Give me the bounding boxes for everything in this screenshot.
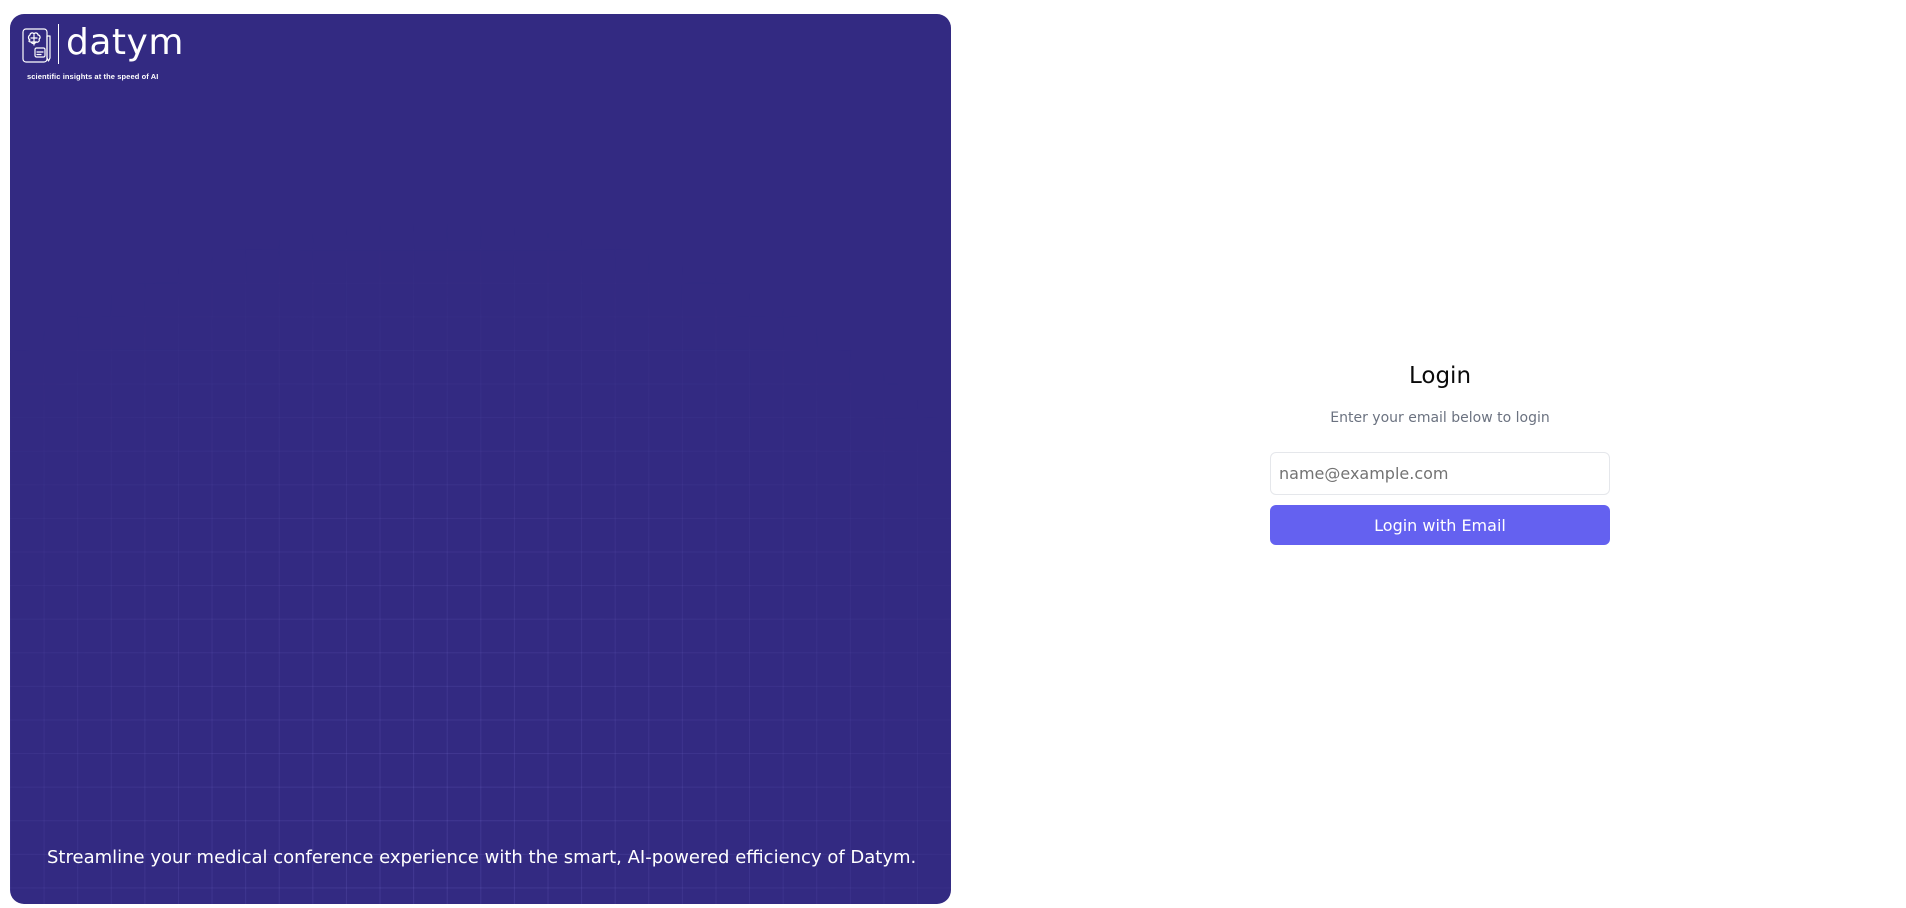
grid-background xyxy=(10,14,951,904)
logo-tagline: scientific insights at the speed of AI xyxy=(27,72,159,81)
login-with-email-button[interactable]: Login with Email xyxy=(1270,505,1610,545)
logo: datym xyxy=(21,24,184,66)
logo-divider xyxy=(58,24,59,64)
login-form: Login Enter your email below to login Lo… xyxy=(1270,360,1610,545)
email-input[interactable] xyxy=(1270,452,1610,495)
brand-quote: Streamline your medical conference exper… xyxy=(47,847,917,868)
brand-panel: datym scientific insights at the speed o… xyxy=(10,14,951,904)
login-title: Login xyxy=(1408,363,1472,389)
login-subtitle: Enter your email below to login xyxy=(1330,410,1550,426)
brain-document-icon xyxy=(22,28,51,63)
login-page: datym scientific insights at the speed o… xyxy=(0,0,1906,908)
logo-wordmark: datym xyxy=(66,22,184,63)
